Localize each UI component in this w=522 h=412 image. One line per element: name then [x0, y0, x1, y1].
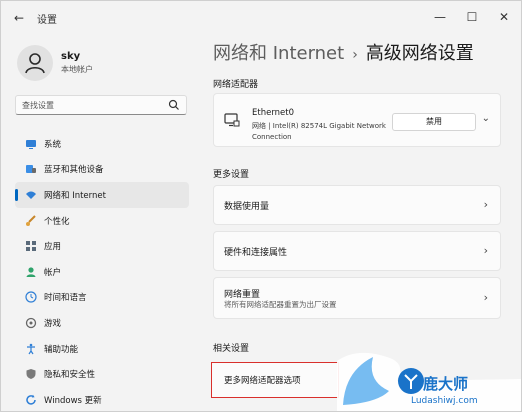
watermark-url: Ludashiwj.com	[411, 396, 478, 406]
sidebar-item-label: 隐私和安全性	[44, 370, 96, 381]
sidebar-item-label: 网络和 Internet	[44, 190, 106, 201]
gamepad-icon	[25, 317, 37, 329]
user-name: sky	[61, 51, 81, 62]
settings-window: ← 设置 — ☐ ✕ sky 本地帐户 系统 蓝牙和其他设备 网络	[0, 0, 522, 412]
monitor-icon	[26, 139, 36, 149]
sidebar-item-label: 辅助功能	[44, 344, 79, 355]
maximize-button[interactable]: ☐	[459, 7, 485, 27]
sidebar-item-label: 蓝牙和其他设备	[44, 165, 104, 176]
adapter-description: 网络 | Intel(R) 82574L Gigabit Network Con…	[252, 122, 386, 141]
sidebar-item-label: 时间和语言	[44, 293, 87, 304]
sidebar-item-time-language[interactable]: 时间和语言	[15, 285, 189, 311]
sidebar-item-accessibility[interactable]: 辅助功能	[15, 336, 189, 362]
breadcrumb-parent[interactable]: 网络和 Internet	[213, 43, 344, 64]
sidebar-nav: 系统 蓝牙和其他设备 网络和 Internet 个性化 应用 帐户 时间和语言	[15, 131, 189, 411]
page-title: 高级网络设置	[365, 43, 474, 64]
shield-icon	[26, 369, 36, 380]
settings-row-hardware-properties[interactable]: 硬件和连接属性 ›	[213, 231, 501, 271]
sidebar-item-apps[interactable]: 应用	[15, 233, 189, 259]
section-heading-more: 更多设置	[213, 170, 250, 180]
chevron-down-icon[interactable]: ⌄	[482, 113, 490, 124]
sidebar-item-bluetooth[interactable]: 蓝牙和其他设备	[15, 157, 189, 183]
close-button[interactable]: ✕	[491, 7, 517, 27]
row-label: 更多网络适配器选项	[224, 376, 301, 386]
sidebar-item-label: 系统	[44, 139, 62, 150]
sidebar-item-privacy[interactable]: 隐私和安全性	[15, 361, 189, 387]
apps-icon	[26, 241, 36, 252]
breadcrumb-separator: ›	[352, 47, 358, 63]
sidebar-item-label: Windows 更新	[44, 395, 102, 406]
settings-row-network-reset[interactable]: 网络重置 将所有网络适配器重置为出厂设置 ›	[213, 277, 501, 319]
ethernet-monitor-icon	[224, 113, 240, 127]
search-icon[interactable]	[168, 99, 180, 111]
title-bar: ← 设置 — ☐ ✕	[1, 1, 521, 35]
search-box[interactable]	[15, 95, 187, 115]
chevron-right-icon: ›	[483, 244, 488, 257]
account-type: 本地帐户	[61, 65, 93, 74]
person-icon	[26, 267, 36, 277]
watermark-text: 鹿大师	[423, 375, 469, 393]
minimize-button[interactable]: —	[427, 7, 453, 27]
sidebar-item-label: 游戏	[44, 318, 62, 329]
sidebar-item-label: 应用	[44, 242, 62, 253]
row-sublabel: 将所有网络适配器重置为出厂设置	[224, 300, 337, 309]
settings-row-more-adapter-options[interactable]: 更多网络适配器选项	[211, 362, 339, 398]
row-label: 硬件和连接属性	[224, 248, 288, 258]
sidebar-item-label: 个性化	[44, 216, 70, 227]
settings-row-data-usage[interactable]: 数据使用量 ›	[213, 185, 501, 225]
row-label: 数据使用量	[224, 202, 270, 212]
sidebar-item-accounts[interactable]: 帐户	[15, 259, 189, 285]
chevron-right-icon: ›	[483, 291, 488, 304]
avatar[interactable]	[17, 45, 53, 81]
back-arrow-icon[interactable]: ←	[11, 10, 27, 26]
search-input[interactable]	[22, 98, 162, 112]
adapter-name: Ethernet0	[252, 108, 295, 118]
sidebar-item-label: 帐户	[44, 267, 62, 278]
accessibility-icon	[27, 343, 35, 354]
sidebar-item-personalization[interactable]: 个性化	[15, 208, 189, 234]
sidebar-item-system[interactable]: 系统	[15, 131, 189, 157]
section-heading-adapters: 网络适配器	[213, 80, 259, 90]
adapter-card[interactable]: Ethernet0 网络 | Intel(R) 82574L Gigabit N…	[213, 93, 501, 147]
brush-icon	[26, 214, 36, 226]
sidebar-item-gaming[interactable]: 游戏	[15, 310, 189, 336]
update-icon	[26, 394, 36, 405]
person-icon	[25, 53, 45, 74]
chevron-right-icon: ›	[483, 198, 488, 211]
breadcrumb: 网络和 Internet › 高级网络设置	[213, 39, 474, 65]
globe-clock-icon	[25, 291, 37, 303]
disable-button[interactable]: 禁用	[392, 113, 476, 131]
section-heading-related: 相关设置	[213, 344, 250, 354]
bluetooth-icon	[26, 165, 36, 174]
sidebar-item-windows-update[interactable]: Windows 更新	[15, 387, 189, 411]
wifi-icon	[26, 191, 36, 199]
sidebar-item-network[interactable]: 网络和 Internet	[15, 182, 189, 208]
window-title: 设置	[37, 15, 57, 26]
